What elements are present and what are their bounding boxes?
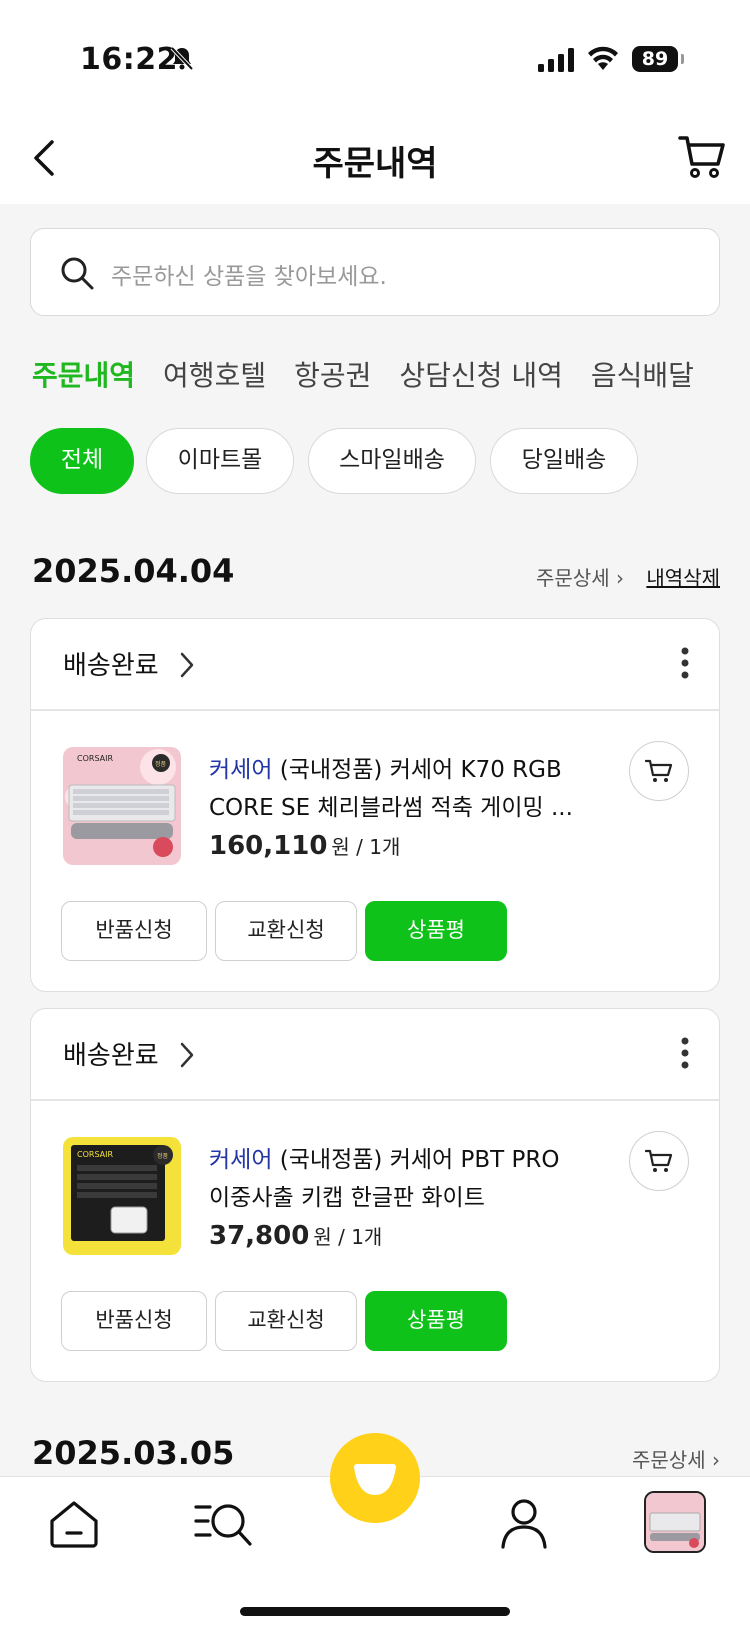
chip-all[interactable]: 전체 — [30, 428, 134, 494]
product-image-keycaps[interactable]: CORSAIR 정품 — [63, 1137, 181, 1255]
order-detail-link[interactable]: 주문상세 › — [632, 1444, 720, 1473]
chip-smile-delivery[interactable]: 스마일배송 — [308, 428, 476, 494]
order-detail-link[interactable]: 주문상세 › — [536, 562, 624, 591]
category-tabs: 주문내역 여행호텔 항공권 상담신청 내역 음식배달 — [32, 354, 750, 400]
brand-mark: CORSAIR — [77, 754, 114, 763]
order-card: 배송완료 CORSAIR 정품 커세어 (국내정품) 커세어 K70 RGB C… — [30, 618, 720, 992]
status-time: 16:22 — [80, 42, 178, 77]
smile-icon — [354, 1464, 396, 1495]
order-date: 2025.03.05 — [32, 1434, 235, 1472]
home-icon[interactable] — [48, 1499, 100, 1549]
product-title-line2: 이중사출 키캡 한글판 화이트 — [209, 1185, 485, 1211]
authentic-badge: 정품 — [155, 761, 167, 768]
profile-icon[interactable] — [500, 1497, 548, 1549]
price-suffix: 원 / 1개 — [313, 1225, 383, 1249]
more-options-icon[interactable] — [681, 1037, 689, 1069]
search-placeholder: 주문하신 상품을 찾아보세요. — [111, 264, 387, 290]
price-suffix: 원 / 1개 — [331, 835, 401, 859]
chevron-right-icon — [180, 652, 194, 678]
page-title: 주문내역 — [312, 144, 438, 184]
chip-emart-mall[interactable]: 이마트몰 — [146, 428, 294, 494]
return-request-button[interactable]: 반품신청 — [61, 901, 207, 961]
recent-viewed-thumbnail[interactable] — [644, 1491, 706, 1553]
product-title-line1: (국내정품) 커세어 PBT PRO — [272, 1147, 560, 1173]
cart-icon[interactable] — [678, 132, 726, 180]
brand-mark: CORSAIR — [77, 1150, 114, 1159]
wifi-icon — [588, 46, 618, 70]
delivery-status[interactable]: 배송완료 — [63, 1035, 159, 1072]
exchange-request-button[interactable]: 교환신청 — [215, 1291, 357, 1351]
product-price: 160,110 — [209, 831, 328, 861]
tab-orders[interactable]: 주문내역 — [32, 354, 135, 400]
delete-history-link[interactable]: 내역삭제 — [646, 562, 720, 591]
signal-icon — [538, 48, 574, 72]
tab-consultation[interactable]: 상담신청 내역 — [399, 354, 562, 400]
delivery-status[interactable]: 배송완료 — [63, 645, 159, 682]
product-title[interactable]: 커세어 (국내정품) 커세어 PBT PRO 이중사출 키캡 한글판 화이트 — [209, 1141, 609, 1217]
product-image-keyboard[interactable]: CORSAIR 정품 — [63, 747, 181, 865]
product-title-line1: (국내정품) 커세어 K70 RGB — [272, 757, 562, 783]
cart-icon — [645, 1149, 673, 1172]
chevron-right-icon — [180, 1042, 194, 1068]
exchange-request-button[interactable]: 교환신청 — [215, 901, 357, 961]
product-price: 37,800 — [209, 1221, 310, 1251]
add-to-cart-button[interactable] — [629, 741, 689, 801]
chip-same-day[interactable]: 당일배송 — [490, 428, 638, 494]
order-card: 배송완료 CORSAIR 정품 커세어 (국내정품) 커세어 PBT PRO 이… — [30, 1008, 720, 1382]
authentic-badge: 정품 — [157, 1153, 169, 1160]
card-divider — [31, 1099, 719, 1101]
add-to-cart-button[interactable] — [629, 1131, 689, 1191]
bottom-nav — [0, 1433, 750, 1630]
tab-food-delivery[interactable]: 음식배달 — [591, 354, 694, 400]
write-review-button[interactable]: 상품평 — [365, 901, 507, 961]
price-line: 160,110 원 / 1개 — [209, 831, 400, 861]
search-icon — [61, 257, 94, 290]
return-request-button[interactable]: 반품신청 — [61, 1291, 207, 1351]
write-review-button[interactable]: 상품평 — [365, 1291, 507, 1351]
product-brand[interactable]: 커세어 — [209, 1147, 272, 1173]
home-indicator — [240, 1607, 510, 1616]
category-search-icon[interactable] — [194, 1497, 254, 1549]
status-bar: 16:22 89 — [0, 0, 750, 112]
battery-indicator: 89 — [632, 46, 684, 72]
product-title[interactable]: 커세어 (국내정품) 커세어 K70 RGB CORE SE 체리블라썸 적축 … — [209, 751, 609, 827]
card-divider — [31, 709, 719, 711]
order-date-row: 2025.04.04 주문상세 › 내역삭제 — [32, 552, 720, 602]
tab-travel-hotel[interactable]: 여행호텔 — [163, 354, 266, 400]
bell-muted-icon — [170, 46, 194, 71]
product-brand[interactable]: 커세어 — [209, 757, 272, 783]
product-title-line2: CORE SE 체리블라썸 적축 게이밍 ... — [209, 795, 573, 821]
search-input[interactable]: 주문하신 상품을 찾아보세요. — [30, 228, 720, 316]
nav-header: 주문내역 — [0, 112, 750, 204]
price-line: 37,800 원 / 1개 — [209, 1221, 382, 1251]
order-date: 2025.04.04 — [32, 552, 235, 590]
cart-icon — [645, 759, 673, 782]
more-options-icon[interactable] — [681, 647, 689, 679]
tab-flight[interactable]: 항공권 — [294, 354, 371, 400]
smile-home-button[interactable] — [330, 1433, 420, 1523]
